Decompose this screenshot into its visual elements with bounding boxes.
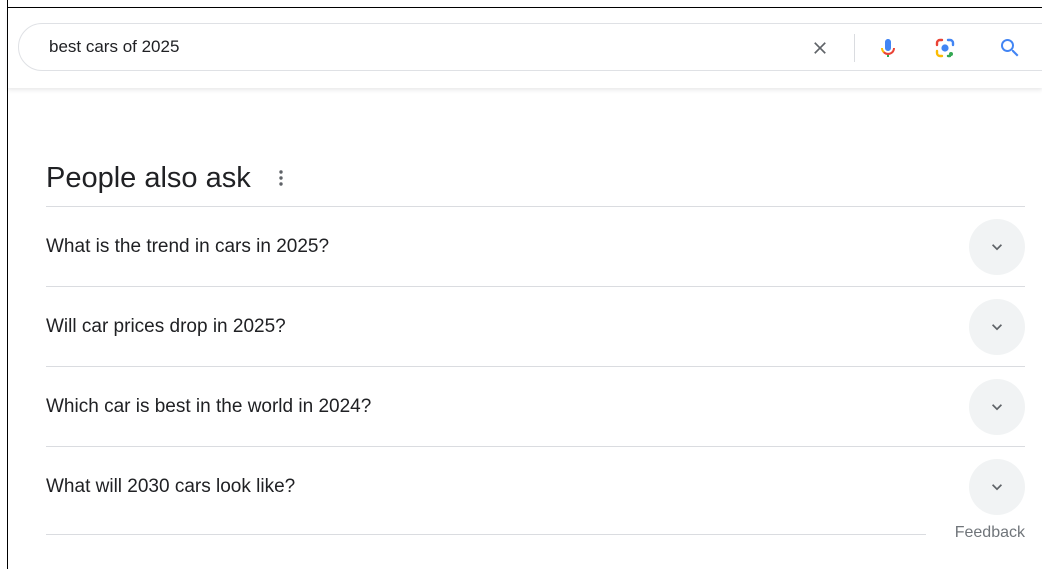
paa-expand-button[interactable] (969, 218, 1025, 275)
feedback-divider (46, 534, 926, 535)
paa-question[interactable]: What will 2030 cars look like? (46, 447, 1025, 526)
paa-question[interactable]: Which car is best in the world in 2024? (46, 367, 1025, 447)
search-button[interactable] (994, 32, 1026, 64)
paa-question[interactable]: Will car prices drop in 2025? (46, 287, 1025, 367)
paa-title: People also ask (46, 161, 251, 194)
chevron-down-icon (992, 483, 1002, 490)
microphone-icon (881, 39, 895, 57)
paa-expand-button[interactable] (969, 458, 1025, 515)
paa-question-text: Will car prices drop in 2025? (46, 315, 286, 337)
people-also-ask: People also ask What is the trend in car… (46, 150, 1025, 526)
clear-search-button[interactable] (804, 32, 836, 64)
voice-search-button[interactable] (872, 32, 904, 64)
feedback-link[interactable]: Feedback (955, 524, 1025, 542)
search-icon (1001, 39, 1019, 57)
paa-question[interactable]: What is the trend in cars in 2025? (46, 207, 1025, 287)
google-lens-icon (935, 38, 955, 58)
search-box-divider (854, 34, 855, 62)
paa-expand-button[interactable] (969, 378, 1025, 435)
chevron-down-icon (992, 323, 1002, 330)
paa-more-options-button[interactable] (273, 166, 289, 190)
paa-question-text: What will 2030 cars look like? (46, 475, 296, 497)
paa-question-text: Which car is best in the world in 2024? (46, 395, 372, 417)
feedback-row: Feedback (46, 522, 1025, 548)
paa-heading-row: People also ask (46, 150, 1025, 206)
chevron-down-icon (992, 243, 1002, 250)
paa-list: What is the trend in cars in 2025? Will … (46, 206, 1025, 526)
more-vert-icon (279, 170, 283, 186)
chevron-down-icon (992, 403, 1002, 410)
close-icon (814, 42, 826, 54)
paa-expand-button[interactable] (969, 298, 1025, 355)
search-box[interactable]: best cars of 2025 (18, 23, 1042, 71)
google-lens-button[interactable] (929, 32, 961, 64)
search-input[interactable]: best cars of 2025 (49, 24, 179, 70)
paa-question-text: What is the trend in cars in 2025? (46, 235, 330, 257)
